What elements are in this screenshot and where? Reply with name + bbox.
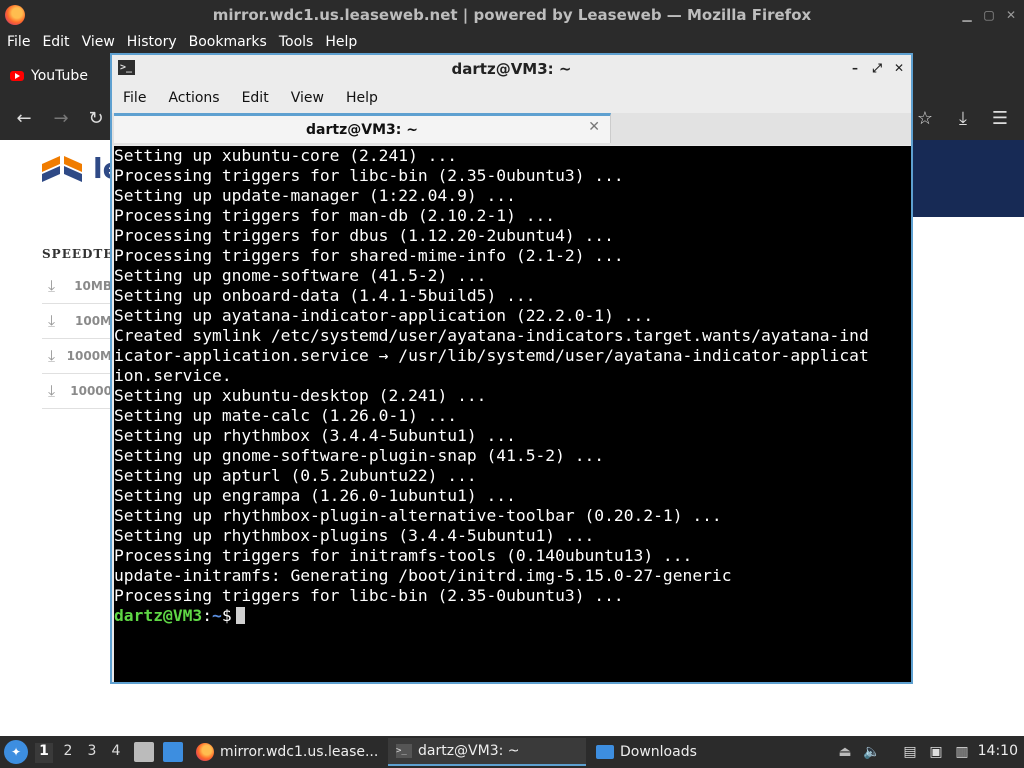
terminal-icon: >_ [118,60,135,75]
bookmark-youtube[interactable]: YouTube [10,68,88,84]
taskbar-task-downloads[interactable]: Downloads [592,738,732,766]
terminal-line: Setting up gnome-software (41.5-2) ... [114,266,487,285]
terminal-line: Processing triggers for man-db (2.10.2-1… [114,206,556,225]
terminal-line: Setting up rhythmbox-plugins (3.4.4-5ubu… [114,526,595,545]
forward-arrow-icon[interactable]: → [50,108,72,130]
close-icon[interactable]: ✕ [893,61,905,75]
folder-icon [596,745,614,759]
text-cursor [235,607,245,624]
minimize-icon[interactable]: ▁ [960,8,974,22]
clipboard-icon[interactable]: ▤ [900,742,920,762]
file-manager-icon[interactable] [134,742,154,762]
menu-tools[interactable]: Tools [273,34,320,50]
terminal-text: Setting up xubuntu-core (2.241) ... Proce… [114,146,911,606]
maximize-icon[interactable]: ▢ [982,8,996,22]
terminal-line: Setting up xubuntu-core (2.241) ... [114,146,458,165]
terminal-tab-label: dartz@VM3: ~ [306,121,418,138]
terminal-line: icator-application.service → /usr/lib/sy… [114,346,869,365]
firefox-icon [196,743,214,761]
terminal-line: Processing triggers for initramfs-tools … [114,546,693,565]
terminal-menu-actions[interactable]: Actions [157,90,230,106]
back-arrow-icon[interactable]: ← [13,108,35,130]
terminal-menu-view[interactable]: View [280,90,335,106]
menu-history[interactable]: History [121,34,183,50]
terminal-line: Setting up update-manager (1:22.04.9) ..… [114,186,516,205]
terminal-menu-edit[interactable]: Edit [231,90,280,106]
terminal-menu-help[interactable]: Help [335,90,389,106]
xubuntu-start-icon[interactable]: ✦ [4,740,28,764]
workspace-3[interactable]: 3 [83,743,101,763]
taskbar-task-terminal[interactable]: >_ dartz@VM3: ~ [388,738,586,766]
clock[interactable]: 14:10 [978,743,1018,759]
terminal-line: Processing triggers for dbus (1.12.20-2u… [114,226,614,245]
firefox-icon [5,5,25,25]
downloads-icon[interactable]: ⤓ [952,108,974,130]
menu-view[interactable]: View [76,34,121,50]
terminal-line: Setting up rhythmbox-plugin-alternative-… [114,506,722,525]
reload-icon[interactable]: ↻ [85,108,107,130]
workspace-4[interactable]: 4 [107,743,125,763]
terminal-menubar: File Actions Edit View Help [112,83,911,113]
terminal-line: ion.service. [114,366,232,385]
hamburger-menu-icon[interactable]: ☰ [989,108,1011,130]
terminal-line: Processing triggers for libc-bin (2.35-0… [114,586,624,605]
terminal-window: >_ dartz@VM3: ~ – ⤢ ✕ File Actions Edit … [110,53,913,684]
terminal-line: Processing triggers for libc-bin (2.35-0… [114,166,624,185]
workspace-2[interactable]: 2 [59,743,77,763]
terminal-line: Setting up mate-calc (1.26.0-1) ... [114,406,458,425]
terminal-line: Setting up xubuntu-desktop (2.241) ... [114,386,487,405]
youtube-icon [10,71,24,81]
close-tab-icon[interactable]: ✕ [588,119,600,135]
volume-icon[interactable]: 🔈 [862,742,882,762]
menu-edit[interactable]: Edit [36,34,75,50]
download-icon: ⤓ [48,276,56,295]
terminal-line: Setting up rhythmbox (3.4.4-5ubuntu1) ..… [114,426,516,445]
download-icon: ⤓ [48,311,56,330]
taskbar: ✦ 1 2 3 4 mirror.wdc1.us.lease... >_ dar… [0,736,1024,768]
firefox-menubar: File Edit View History Bookmarks Tools H… [0,30,1024,54]
bookmark-star-icon[interactable]: ☆ [914,108,936,130]
terminal-menu-file[interactable]: File [112,90,157,106]
close-icon[interactable]: ✕ [1004,8,1018,22]
terminal-line: Setting up onboard-data (1.4.1-5build5) … [114,286,536,305]
terminal-line: update-initramfs: Generating /boot/initr… [114,566,732,585]
terminal-line: Setting up apturl (0.5.2ubuntu22) ... [114,466,477,485]
eject-icon[interactable]: ⏏ [835,742,855,762]
firefox-window-title: mirror.wdc1.us.leaseweb.net | powered by… [212,6,812,24]
leaseweb-logo-icon [42,156,82,182]
header-band [905,140,1024,217]
notifications-icon[interactable]: ▥ [952,742,972,762]
terminal-prompt: dartz@VM3:~$ [114,606,911,626]
download-link[interactable]: ⤓ 1000M [42,339,112,374]
download-link[interactable]: ⤓ 10000 [42,374,112,409]
maximize-icon[interactable]: ⤢ [871,61,883,75]
workspace-1[interactable]: 1 [35,743,53,763]
terminal-line: Setting up gnome-software-plugin-snap (4… [114,446,605,465]
terminal-tab[interactable]: dartz@VM3: ~ ✕ [114,113,611,143]
terminal-output[interactable]: Setting up xubuntu-core (2.241) ... Proce… [114,146,911,682]
firefox-titlebar: mirror.wdc1.us.leaseweb.net | powered by… [0,0,1024,30]
taskbar-task-firefox[interactable]: mirror.wdc1.us.lease... [192,738,382,766]
terminal-line: Processing triggers for shared-mime-info… [114,246,624,265]
terminal-icon: >_ [396,744,412,758]
menu-help[interactable]: Help [319,34,363,50]
show-desktop-icon[interactable] [163,742,183,762]
terminal-line: Setting up engrampa (1.26.0-1ubuntu1) ..… [114,486,516,505]
bookmark-label: YouTube [31,68,88,84]
terminal-window-title: dartz@VM3: ~ [451,60,572,78]
menu-bookmarks[interactable]: Bookmarks [183,34,273,50]
download-icon: ⤓ [48,346,56,365]
terminal-line: Created symlink /etc/systemd/user/ayatan… [114,326,869,345]
terminal-titlebar[interactable]: >_ dartz@VM3: ~ – ⤢ ✕ [112,55,911,83]
download-icon: ⤓ [48,381,56,400]
minimize-icon[interactable]: – [849,61,861,75]
download-link[interactable]: ⤓ 100M [42,304,112,339]
download-link[interactable]: ⤓ 10MB [42,269,112,304]
menu-file[interactable]: File [0,34,36,50]
terminal-tabbar: dartz@VM3: ~ ✕ [112,113,911,145]
network-icon[interactable]: ▣ [926,742,946,762]
terminal-line: Setting up ayatana-indicator-application… [114,306,654,325]
